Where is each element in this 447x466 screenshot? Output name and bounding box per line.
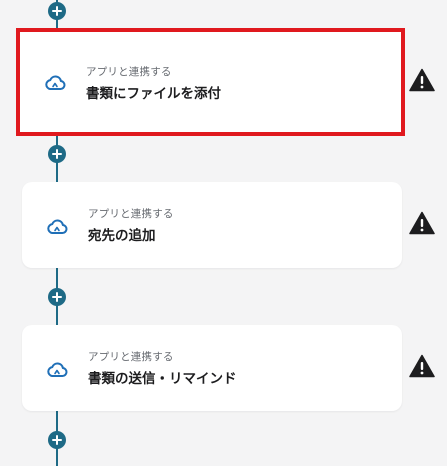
step-kicker: アプリと連携する (88, 351, 174, 363)
plus-icon (52, 149, 62, 159)
add-step-button[interactable] (48, 145, 66, 163)
plus-icon (52, 435, 62, 445)
add-step-button[interactable] (48, 288, 66, 306)
step-title: 書類の送信・リマインド (88, 371, 237, 387)
step-title: 書類にファイルを添付 (86, 86, 221, 102)
step-kicker: アプリと連携する (86, 66, 172, 78)
step-title: 宛先の追加 (88, 228, 156, 244)
plus-icon (52, 6, 62, 16)
cloud-sync-icon (46, 361, 68, 379)
step-card-attach-file[interactable]: アプリと連携する 書類にファイルを添付 (16, 28, 405, 136)
step-kicker: アプリと連携する (88, 208, 174, 220)
warning-icon[interactable] (409, 211, 435, 235)
add-step-button[interactable] (48, 2, 66, 20)
step-card-add-recipient[interactable]: アプリと連携する 宛先の追加 (22, 182, 402, 268)
warning-icon[interactable] (409, 354, 435, 378)
plus-icon (52, 292, 62, 302)
cloud-sync-icon (46, 218, 68, 236)
warning-icon[interactable] (409, 68, 435, 92)
step-card-send-remind[interactable]: アプリと連携する 書類の送信・リマインド (22, 325, 402, 411)
cloud-sync-icon (44, 74, 66, 92)
add-step-button[interactable] (48, 431, 66, 449)
